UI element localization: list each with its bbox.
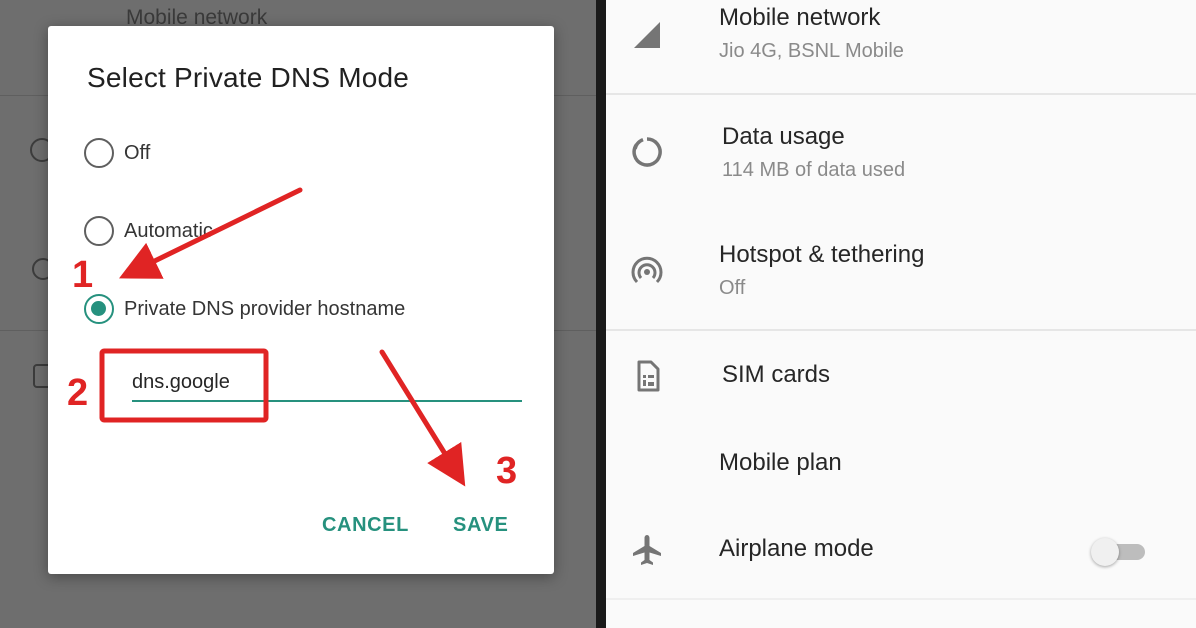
settings-item-subtitle: Jio 4G, BSNL Mobile [719,40,904,62]
radio-option-off[interactable]: Off [84,136,150,170]
save-button[interactable]: SAVE [453,514,508,537]
panel-divider [596,0,606,628]
step-2-label: 2 [67,372,89,414]
settings-item-subtitle: Off [719,277,746,299]
radio-automatic-button[interactable] [84,216,114,246]
radio-off-button[interactable] [84,138,114,168]
sim-card-icon [637,360,660,392]
dns-dialog-panel: Mobile network Select Private DNS Mode O… [0,0,596,628]
airplane-mode-toggle[interactable] [1091,537,1147,567]
settings-item-hotspot[interactable]: Hotspot & tethering Off [606,211,1196,329]
signal-icon [634,22,660,48]
settings-item-mobile-plan[interactable]: Mobile plan [606,421,1196,507]
settings-item-title: Mobile plan [719,449,842,476]
network-settings-panel: Mobile network Jio 4G, BSNL Mobile Data … [606,0,1196,628]
private-dns-dialog: Select Private DNS Mode Off Automatic Pr… [48,26,554,574]
settings-divider [606,598,1196,600]
radio-automatic-label: Automatic [124,219,213,242]
step-1-label: 1 [72,254,94,296]
dialog-title: Select Private DNS Mode [87,62,410,93]
airplane-icon [633,535,661,565]
radio-hostname-label: Private DNS provider hostname [124,297,406,320]
settings-item-title: Data usage [722,123,845,150]
radio-option-automatic[interactable]: Automatic [84,214,213,248]
cancel-button[interactable]: CANCEL [322,514,409,537]
settings-item-title: SIM cards [722,361,831,388]
settings-item-subtitle: 114 MB of data used [722,159,906,181]
settings-item-mobile-network[interactable]: Mobile network Jio 4G, BSNL Mobile [606,0,1196,94]
data-usage-icon [632,137,662,167]
toggle-thumb [1091,538,1119,566]
settings-item-sim-cards[interactable]: SIM cards [606,331,1196,421]
radio-option-hostname[interactable]: Private DNS provider hostname [84,292,405,326]
settings-item-title: Hotspot & tethering [719,241,925,268]
settings-item-title: Airplane mode [719,535,874,562]
hotspot-icon [631,256,663,284]
radio-off-label: Off [124,141,151,164]
radio-hostname-button[interactable] [84,294,114,324]
settings-item-title: Mobile network [719,4,881,31]
step-3-label: 3 [496,450,518,492]
settings-item-data-usage[interactable]: Data usage 114 MB of data used [606,95,1196,211]
dns-hostname-input[interactable] [132,364,522,402]
